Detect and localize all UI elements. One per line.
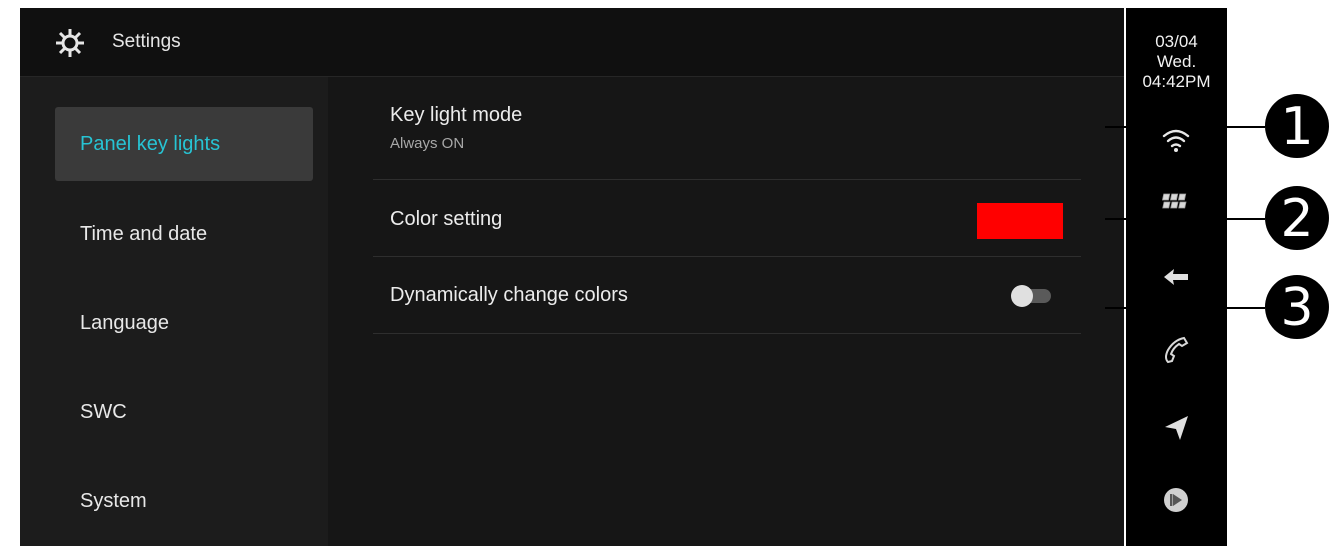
navigation-icon[interactable] [1160, 412, 1192, 444]
callout-line-2 [1105, 218, 1265, 220]
color-setting-row[interactable]: Color setting [373, 180, 1081, 257]
color-setting-title: Color setting [390, 208, 503, 230]
toggle-thumb [1011, 285, 1033, 307]
wifi-icon [1162, 129, 1190, 152]
top-bar: Settings [20, 8, 1124, 77]
phone-icon[interactable] [1160, 334, 1192, 366]
settings-screen: Settings Panel key lights Time and date … [20, 8, 1124, 546]
sidebar-item-time-and-date[interactable]: Time and date [55, 197, 313, 271]
sidebar-item-system[interactable]: System [55, 464, 313, 538]
clock-widget: 03/04 Wed. 04:42PM [1126, 32, 1227, 92]
callout-line-1 [1105, 126, 1265, 128]
sidebar-item-swc[interactable]: SWC [55, 375, 313, 449]
sidebar-item-language[interactable]: Language [55, 286, 313, 360]
callout-3: 3 [1265, 275, 1329, 339]
callout-2: 2 [1265, 186, 1329, 250]
clock-date: 03/04 [1155, 32, 1198, 51]
settings-content: Key light mode Always ON Color setting D… [328, 77, 1124, 546]
key-light-mode-title: Key light mode [390, 104, 523, 126]
clock-day: Wed. [1156, 52, 1197, 71]
dynamic-colors-toggle[interactable] [1011, 285, 1051, 307]
dynamic-colors-title: Dynamically change colors [390, 284, 628, 306]
dynamic-colors-row[interactable]: Dynamically change colors [373, 257, 1081, 334]
apps-grid-icon[interactable] [1160, 188, 1192, 220]
settings-sidebar: Panel key lights Time and date Language … [20, 77, 328, 546]
callout-1: 1 [1265, 94, 1329, 158]
status-sidebar: 03/04 Wed. 04:42PM [1126, 8, 1227, 546]
callout-line-3 [1105, 307, 1265, 309]
color-swatch[interactable] [977, 203, 1063, 239]
clock-time: 04:42PM [1142, 72, 1211, 91]
key-light-mode-value: Always ON [390, 135, 465, 152]
gear-icon[interactable] [55, 28, 85, 58]
page-title: Settings [112, 31, 181, 52]
sidebar-item-panel-key-lights[interactable]: Panel key lights [55, 107, 313, 181]
key-light-mode-row[interactable]: Key light mode Always ON [373, 77, 1081, 180]
media-icon[interactable] [1160, 484, 1192, 516]
back-icon[interactable] [1160, 261, 1192, 293]
